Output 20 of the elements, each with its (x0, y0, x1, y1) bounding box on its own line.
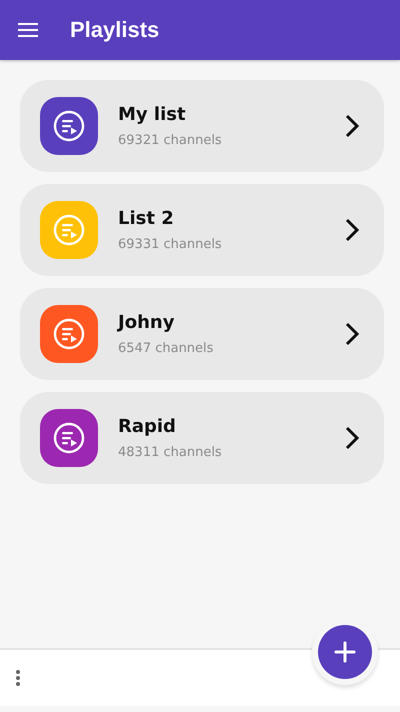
chevron-right-icon (344, 217, 360, 243)
playlist-name: Johny (118, 312, 176, 333)
app-title: Playlists (70, 17, 160, 43)
menu-icon[interactable] (18, 22, 38, 38)
channel-count: 6547 channels (118, 341, 214, 356)
channel-count: 48311 channels (118, 445, 223, 460)
plus-icon (334, 641, 356, 663)
playlist-name: My list (118, 104, 187, 125)
channel-count: 69331 channels (118, 237, 223, 252)
playlist-card[interactable]: Rapid 48311 channels (20, 392, 384, 484)
chevron-right-icon (344, 113, 360, 139)
playlist-card[interactable]: Johny 6547 channels (20, 288, 384, 380)
add-button[interactable] (318, 625, 372, 679)
chevron-right-icon (344, 321, 360, 347)
playlist-card[interactable]: My list 69321 channels (20, 80, 384, 172)
playlist-name: Rapid (118, 416, 177, 437)
playlist-name: List 2 (118, 208, 175, 229)
channel-count: 69321 channels (118, 133, 223, 148)
playlist-card[interactable]: List 2 69331 channels (20, 184, 384, 276)
chevron-right-icon (344, 425, 360, 451)
